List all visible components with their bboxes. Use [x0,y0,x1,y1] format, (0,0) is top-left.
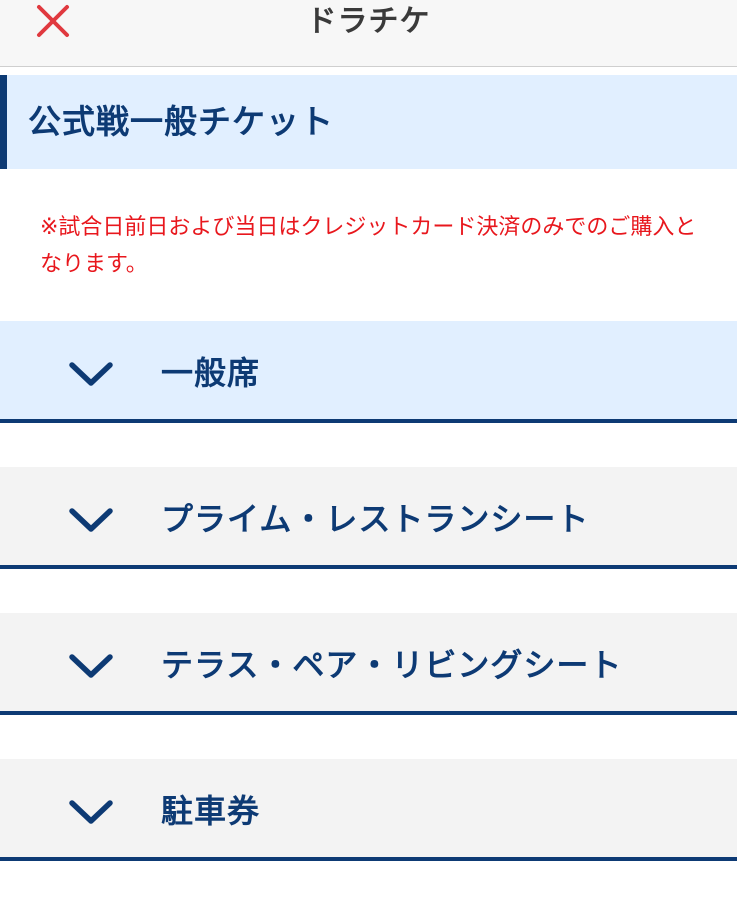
chevron-down-icon [69,362,113,386]
accordion-item-prime-restaurant-seat[interactable]: プライム・レストランシート [0,467,737,569]
accordion-item-general-seat[interactable]: 一般席 [0,321,737,423]
chevron-down-icon [69,800,113,824]
app-title: ドラチケ [306,4,431,39]
accordion-item-label: プライム・レストランシート [161,500,590,538]
accordion-item-terrace-pair-living-seat[interactable]: テラス・ペア・リビングシート [0,613,737,715]
accordion-item-label: 駐車券 [161,792,261,830]
chevron-down-icon [69,654,113,678]
accordion-item-label: テラス・ペア・リビングシート [161,646,623,684]
top-bar: ドラチケ [0,0,737,67]
section-title: 公式戦一般チケット [28,102,334,141]
payment-notice: ※試合日前日および当日はクレジットカード決済のみでのご購入となります。 [40,215,697,277]
accordion-item-label: 一般席 [161,354,261,392]
section-header: 公式戦一般チケット [0,75,737,169]
section-accent-bar [0,75,7,169]
chevron-down-icon [69,508,113,532]
accordion-item-parking-ticket[interactable]: 駐車券 [0,759,737,861]
